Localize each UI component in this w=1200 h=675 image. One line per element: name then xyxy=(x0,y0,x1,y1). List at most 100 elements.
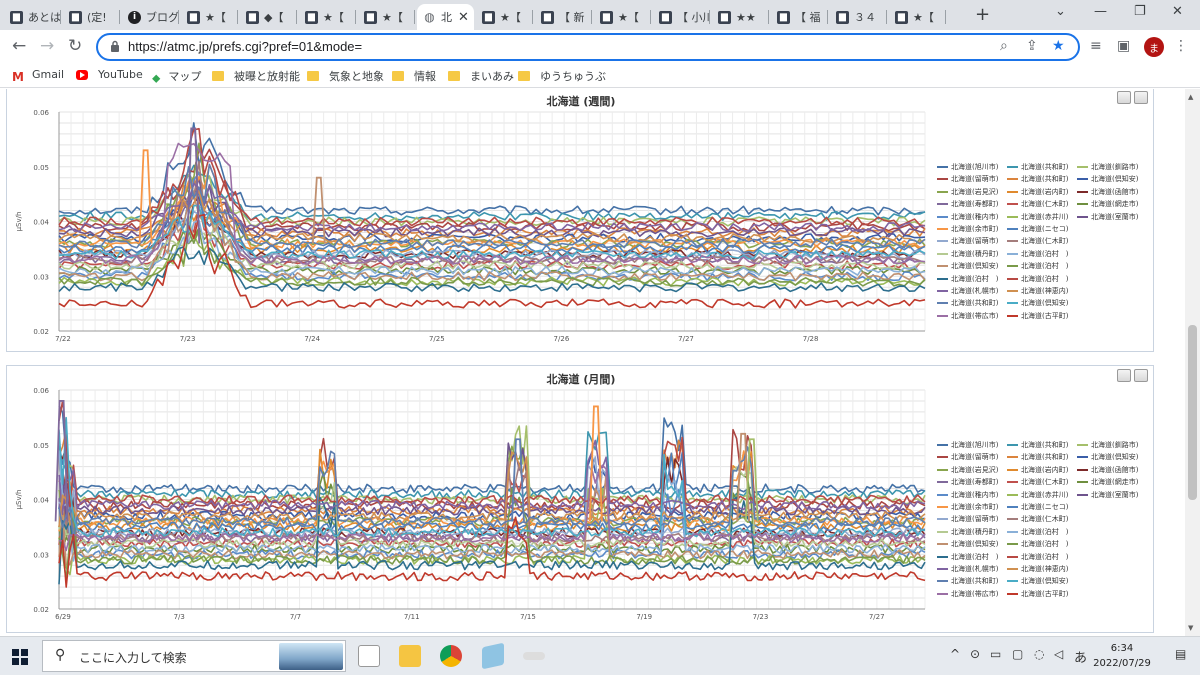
browser-tab[interactable]: ▆ 【 新 xyxy=(535,4,592,30)
legend-item[interactable]: 北海道(寿都町) xyxy=(937,199,998,209)
legend-item[interactable]: 北海道(神恵内) xyxy=(1007,286,1068,296)
legend-item[interactable]: 北海道(倶知安) xyxy=(1007,298,1068,308)
legend-item[interactable]: 北海道(共和町) xyxy=(1007,162,1068,172)
browser-tab[interactable]: ▆ ◆【 xyxy=(240,4,297,30)
legend-item[interactable]: 北海道(倶知安) xyxy=(1007,576,1068,586)
bookmark-item[interactable]: 気象と地象 xyxy=(307,68,384,84)
forward-icon[interactable]: → xyxy=(40,36,54,56)
legend-item[interactable]: 北海道(古平町) xyxy=(1007,589,1068,599)
app-icon[interactable] xyxy=(482,642,504,670)
legend-item[interactable]: 北海道(留萌市) xyxy=(937,174,998,184)
legend-item[interactable]: 北海道(共和町) xyxy=(937,576,998,586)
share-icon[interactable]: ⇪ xyxy=(1026,38,1038,54)
profile-avatar[interactable]: ま xyxy=(1144,37,1164,57)
browser-tab[interactable]: ▆ ★【 xyxy=(889,4,946,30)
notifications-icon[interactable]: ▤ xyxy=(1175,647,1186,661)
legend-item[interactable]: 北海道(共和町) xyxy=(1007,452,1068,462)
bookmark-item[interactable]: まいあみ xyxy=(448,68,514,84)
legend-item[interactable]: 北海道(積丹町) xyxy=(937,249,998,259)
legend-item[interactable]: 北海道(網走市) xyxy=(1077,199,1138,209)
legend-item[interactable]: 北海道(赤井川) xyxy=(1007,212,1068,222)
menu-kebab-icon[interactable]: ⋮ xyxy=(1174,38,1188,54)
legend-item[interactable]: 北海道(ニセコ) xyxy=(1007,502,1068,512)
legend-item[interactable]: 北海道(余市町) xyxy=(937,502,998,512)
legend-item[interactable]: 北海道(旭川市) xyxy=(937,440,998,450)
legend-item[interactable]: 北海道(共和町) xyxy=(1007,174,1068,184)
legend-item[interactable]: 北海道(帯広市) xyxy=(937,311,998,321)
print-icon[interactable] xyxy=(1117,91,1131,104)
browser-tab[interactable]: ▆ ３４ xyxy=(830,4,887,30)
bookmark-item[interactable]: ⬥ マップ xyxy=(152,68,201,85)
legend-item[interactable]: 北海道(釧路市) xyxy=(1077,162,1138,172)
windows-start-icon[interactable] xyxy=(12,649,28,665)
vertical-scrollbar[interactable]: ▲ ▼ xyxy=(1185,89,1200,636)
reload-icon[interactable]: ↻ xyxy=(68,36,82,56)
scroll-down-icon[interactable]: ▼ xyxy=(1188,624,1193,632)
battery-icon[interactable]: ▭ xyxy=(990,647,1001,661)
file-explorer-icon[interactable] xyxy=(399,645,421,667)
legend-item[interactable]: 北海道(余市町) xyxy=(937,224,998,234)
legend-item[interactable]: 北海道(泊村 ) xyxy=(1007,249,1068,259)
legend-item[interactable]: 北海道(帯広市) xyxy=(937,589,998,599)
browser-tab[interactable]: ▆ あとは xyxy=(4,4,61,30)
browser-tab[interactable]: ▆ 【 小川 xyxy=(653,4,710,30)
legend-item[interactable]: 北海道(稚内市) xyxy=(937,490,998,500)
browser-tab[interactable]: ▆ ★★ xyxy=(712,4,769,30)
legend-item[interactable]: 北海道(仁木町) xyxy=(1007,477,1068,487)
side-panel-icon[interactable]: ▣ xyxy=(1117,38,1130,54)
browser-tab[interactable]: ▆ 【 福 xyxy=(771,4,828,30)
browser-tab[interactable]: ▆ ★【 xyxy=(594,4,651,30)
print-icon[interactable] xyxy=(1117,369,1131,382)
bookmark-item[interactable]: YouTube xyxy=(76,68,143,81)
network-icon[interactable]: ⊙ xyxy=(970,647,980,661)
bookmark-item[interactable]: M Gmail xyxy=(12,68,64,84)
pen-app-icon[interactable] xyxy=(523,652,545,660)
display-icon[interactable]: ▢ xyxy=(1012,647,1023,661)
legend-item[interactable]: 北海道(倶知安) xyxy=(1077,174,1138,184)
legend-item[interactable]: 北海道(泊村 ) xyxy=(1007,539,1068,549)
legend-item[interactable]: 北海道(共和町) xyxy=(937,298,998,308)
legend-item[interactable]: 北海道(仁木町) xyxy=(1007,514,1068,524)
restore-button[interactable]: ❐ xyxy=(1134,4,1146,19)
legend-item[interactable]: 北海道(倶知安) xyxy=(937,261,998,271)
zoom-icon[interactable]: ⌕ xyxy=(1000,38,1008,54)
browser-tab[interactable]: ▆ ★【 xyxy=(299,4,356,30)
download-icon[interactable] xyxy=(1134,91,1148,104)
new-tab-button[interactable]: + xyxy=(975,4,990,25)
volume-icon[interactable]: ◁ xyxy=(1054,647,1063,661)
legend-item[interactable]: 北海道(倶知安) xyxy=(1077,452,1138,462)
browser-tab[interactable]: ▆ ★【 xyxy=(476,4,533,30)
legend-item[interactable]: 北海道(稚内市) xyxy=(937,212,998,222)
legend-item[interactable]: 北海道(赤井川) xyxy=(1007,490,1068,500)
legend-item[interactable]: 北海道(函館市) xyxy=(1077,465,1138,475)
scrollbar-thumb[interactable] xyxy=(1188,325,1197,500)
legend-item[interactable]: 北海道(留萌市) xyxy=(937,236,998,246)
back-icon[interactable]: ← xyxy=(12,36,26,56)
ime-indicator[interactable]: あ xyxy=(1074,647,1087,666)
legend-item[interactable]: 北海道(室蘭市) xyxy=(1077,490,1138,500)
legend-item[interactable]: 北海道(泊村 ) xyxy=(1007,261,1068,271)
legend-item[interactable]: 北海道(ニセコ) xyxy=(1007,224,1068,234)
legend-item[interactable]: 北海道(室蘭市) xyxy=(1077,212,1138,222)
legend-item[interactable]: 北海道(札幌市) xyxy=(937,286,998,296)
legend-item[interactable]: 北海道(留萌市) xyxy=(937,452,998,462)
legend-item[interactable]: 北海道(岩見沢) xyxy=(937,465,998,475)
legend-item[interactable]: 北海道(神恵内) xyxy=(1007,564,1068,574)
legend-item[interactable]: 北海道(仁木町) xyxy=(1007,236,1068,246)
url-text[interactable]: https://atmc.jp/prefs.cgi?pref=01&mode= xyxy=(128,39,362,54)
bookmark-item[interactable]: 情報 xyxy=(392,68,436,84)
legend-item[interactable]: 北海道(寿都町) xyxy=(937,477,998,487)
legend-item[interactable]: 北海道(函館市) xyxy=(1077,187,1138,197)
close-tab-icon[interactable]: ✕ xyxy=(458,10,469,25)
legend-item[interactable]: 北海道(岩内町) xyxy=(1007,465,1068,475)
legend-item[interactable]: 北海道(旭川市) xyxy=(937,162,998,172)
browser-tab[interactable]: i ブログ xyxy=(122,4,179,30)
address-bar[interactable]: https://atmc.jp/prefs.cgi?pref=01&mode= … xyxy=(96,33,1080,61)
legend-item[interactable]: 北海道(岩内町) xyxy=(1007,187,1068,197)
browser-tab[interactable]: ◍ 北 ✕ xyxy=(417,4,474,30)
legend-item[interactable]: 北海道(泊村 ) xyxy=(937,274,998,284)
legend-item[interactable]: 北海道(札幌市) xyxy=(937,564,998,574)
taskbar-clock[interactable]: 6:34 2022/07/29 xyxy=(1092,641,1152,671)
bookmark-star-icon[interactable]: ★ xyxy=(1052,38,1065,54)
legend-item[interactable]: 北海道(仁木町) xyxy=(1007,199,1068,209)
